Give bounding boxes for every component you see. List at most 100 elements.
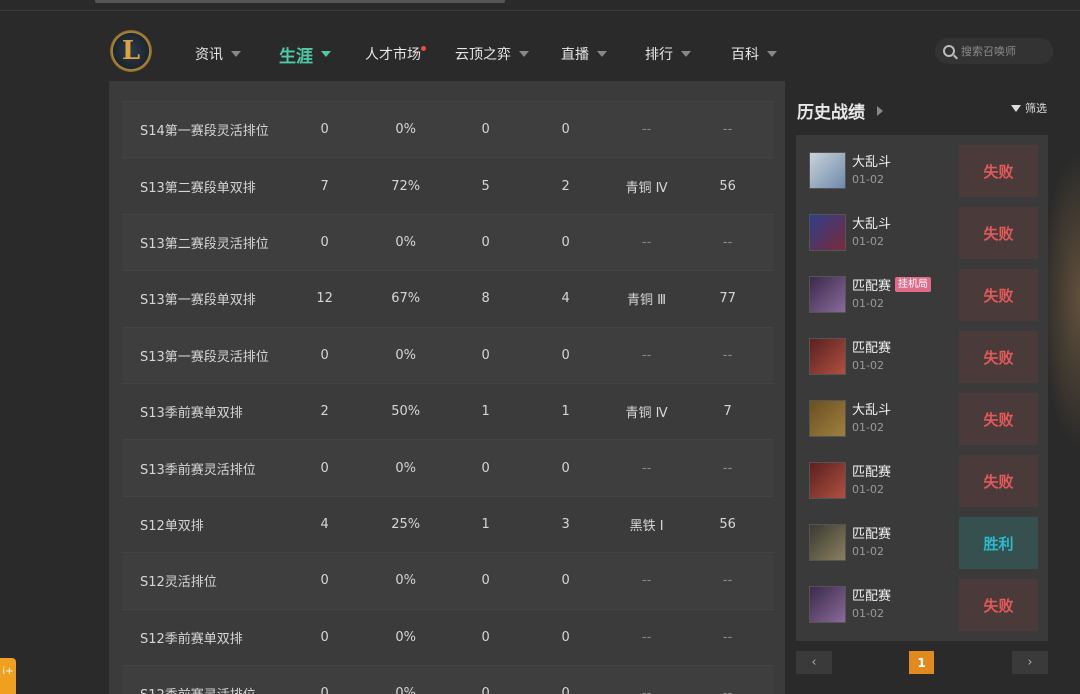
match-history-list: 大乱斗 01-02 失败 大乱斗 01-02 失败 匹配赛 挂机局 01-02 失败 匹配赛 01-0… [796, 135, 1048, 641]
table-row[interactable]: S14第一赛段灵活排位 0 0% 0 0 -- -- [122, 101, 774, 158]
match-mode-row: 匹配赛 [852, 461, 891, 480]
nav-item-label: 云顶之弈 [455, 47, 511, 63]
season-losses-cell: 0 [561, 573, 570, 589]
season-points-cell: 56 [719, 516, 736, 532]
afk-tag-badge: 挂机局 [895, 276, 932, 292]
match-info: 匹配赛 挂机局 01-02 [852, 275, 932, 310]
match-info: 大乱斗 01-02 [852, 399, 891, 435]
season-wins-cell: 0 [481, 686, 490, 694]
champion-avatar [809, 152, 846, 189]
match-item[interactable]: 大乱斗 01-02 失败 [796, 197, 1048, 259]
season-wins-cell: 1 [481, 516, 490, 532]
table-row[interactable]: S13第二赛段灵活排位 0 0% 0 0 -- -- [122, 213, 774, 271]
season-winrate-cell: 25% [391, 516, 421, 532]
match-mode-row: 匹配赛 挂机局 [852, 275, 932, 294]
champion-avatar [809, 462, 846, 499]
nav-item-4[interactable]: 直播 [546, 44, 630, 64]
prev-page-button[interactable]: ‹ [796, 651, 832, 674]
season-name-cell: S12单双排 [140, 518, 204, 534]
table-row[interactable]: S12单双排 4 25% 1 3 黑铁 Ⅰ 56 [122, 495, 774, 553]
caret-down-icon [767, 51, 777, 57]
season-points-cell: -- [722, 234, 733, 250]
season-losses-cell: 0 [561, 122, 570, 138]
table-row[interactable]: S13季前赛灵活排位 0 0% 0 0 -- -- [122, 439, 774, 496]
match-mode-row: 匹配赛 [852, 585, 892, 604]
season-rank-cell: 青铜 Ⅳ [625, 406, 668, 422]
summoner-search-input[interactable] [961, 44, 1051, 58]
table-row[interactable]: S13第一赛段灵活排位 0 0% 0 0 -- -- [122, 326, 774, 383]
season-name-cell: S12季前赛灵活排位 [122, 684, 290, 694]
floating-widget[interactable]: i+ [0, 658, 16, 694]
match-date: 01-02 [852, 483, 884, 496]
season-name-cell: S13季前赛灵活排位 [140, 462, 256, 478]
lol-logo[interactable]: L [110, 30, 152, 72]
match-mode: 匹配赛 [852, 588, 892, 604]
season-name-cell: S12季前赛单双排 [140, 631, 243, 647]
match-mode-row: 大乱斗 [852, 213, 891, 232]
match-info: 匹配赛 01-02 [852, 461, 891, 497]
match-result-badge: 失败 [959, 393, 1038, 445]
history-header[interactable]: 历史战绩 [797, 98, 883, 123]
nav-item-3[interactable]: 云顶之弈 [440, 44, 546, 64]
match-item[interactable]: 匹配赛 01-02 失败 [796, 445, 1048, 507]
season-points-cell: -- [722, 347, 733, 363]
filter-label: 筛选 [1025, 102, 1047, 115]
search-box[interactable] [935, 38, 1053, 64]
match-mode-row: 大乱斗 [852, 399, 891, 418]
nav-item-0[interactable]: 资讯 [180, 44, 264, 64]
nav-item-label: 人才市场 [365, 44, 426, 64]
match-result-badge: 失败 [959, 269, 1038, 321]
season-name-cell: S13季前赛单双排 [140, 406, 243, 422]
season-points-cell: -- [722, 629, 733, 645]
match-date: 01-02 [852, 235, 884, 248]
page-number-current[interactable]: 1 [909, 651, 934, 674]
match-item[interactable]: 大乱斗 01-02 失败 [796, 135, 1048, 197]
table-row[interactable]: S12灵活排位 0 0% 0 0 -- -- [122, 552, 774, 609]
season-winrate-cell: 0% [395, 234, 416, 250]
season-wins-cell: 0 [481, 347, 490, 363]
nav-item-2[interactable]: 人才市场 [350, 44, 440, 64]
match-item[interactable]: 大乱斗 01-02 失败 [796, 383, 1048, 445]
next-page-button[interactable]: › [1012, 651, 1048, 674]
match-item[interactable]: 匹配赛 01-02 胜利 [796, 507, 1048, 569]
season-rank-cell: -- [641, 686, 652, 694]
match-item[interactable]: 匹配赛 挂机局 01-02 失败 [796, 259, 1048, 321]
season-winrate-cell: 0% [395, 629, 416, 645]
match-date: 01-02 [852, 297, 884, 310]
filter-icon [1011, 104, 1021, 112]
match-item[interactable]: 匹配赛 01-02 失败 [796, 321, 1048, 383]
season-losses-cell: 0 [561, 629, 570, 645]
season-points-cell: -- [722, 686, 733, 694]
season-games-cell: 4 [320, 516, 329, 532]
match-info: 大乱斗 01-02 [852, 213, 891, 249]
match-item[interactable]: 匹配赛 01-02 失败 [796, 569, 1048, 631]
season-rank-cell: -- [641, 629, 652, 645]
season-points-cell: 7 [723, 404, 732, 420]
season-points-cell: -- [722, 573, 733, 589]
pagination: ‹ 1 › [796, 651, 1048, 674]
season-games-cell: 0 [320, 347, 329, 363]
nav-item-label: 排行 [645, 47, 673, 63]
season-games-cell: 0 [320, 122, 329, 138]
nav-item-5[interactable]: 排行 [630, 44, 716, 64]
match-mode-row: 匹配赛 [852, 523, 891, 542]
season-rank-cell: -- [641, 347, 652, 363]
champion-avatar [809, 400, 846, 437]
table-row[interactable]: S12季前赛灵活排位 0 0% 0 0 -- -- [122, 664, 774, 694]
season-losses-cell: 0 [561, 460, 570, 476]
table-row[interactable]: S12季前赛单双排 0 0% 0 0 -- -- [122, 608, 774, 665]
top-scrollbar[interactable] [95, 0, 505, 3]
nav-item-1[interactable]: 生涯 [264, 42, 350, 67]
season-table: S14第一赛段灵活排位 0 0% 0 0 -- -- S13第二赛段单双排 7 72% 5 2 青铜 Ⅳ… [122, 101, 774, 694]
table-row[interactable]: S13第二赛段单双排 7 72% 5 2 青铜 Ⅳ 56 [122, 157, 774, 214]
table-row[interactable]: S13第一赛段单双排 12 67% 8 4 青铜 Ⅲ 77 [122, 270, 774, 327]
table-row[interactable]: S13季前赛单双排 2 50% 1 1 青铜 Ⅳ 7 [122, 382, 774, 440]
match-info: 大乱斗 01-02 [852, 151, 891, 187]
season-rank-cell: -- [641, 573, 652, 589]
match-mode-row: 大乱斗 [852, 151, 891, 170]
season-winrate-cell: 0% [395, 460, 416, 476]
season-winrate-cell: 0% [395, 347, 416, 363]
nav-item-6[interactable]: 百科 [716, 44, 796, 64]
filter-button[interactable]: 筛选 [1011, 100, 1047, 116]
match-date: 01-02 [852, 359, 884, 372]
